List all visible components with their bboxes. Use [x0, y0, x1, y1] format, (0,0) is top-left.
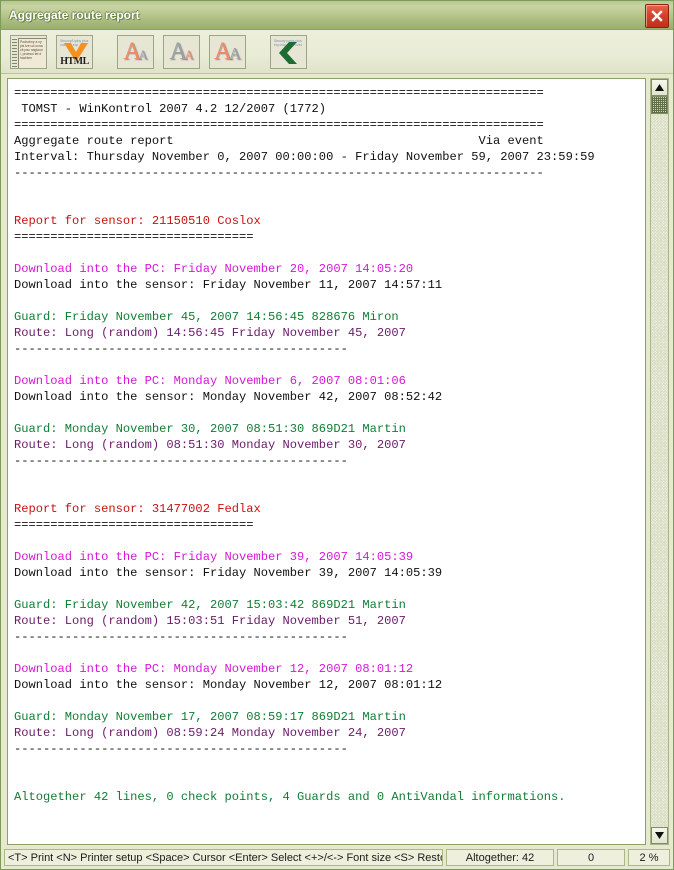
status-percent: 2 %: [628, 849, 670, 866]
report-line: =================================: [14, 518, 254, 532]
report-line: [14, 581, 641, 597]
toolbar: Podrobny a vypis lze ud ocnacit pac nagl…: [1, 30, 673, 74]
font-increase-small-a: A: [138, 47, 148, 62]
report-line: [14, 357, 641, 373]
report-line: Download into the PC: Monday November 12…: [14, 662, 414, 676]
report-line: [14, 645, 641, 661]
report-pane[interactable]: ================================= =======…: [7, 78, 646, 845]
report-line: Download into the PC: Friday November 20…: [14, 262, 414, 276]
report-line: ----------------------------------------…: [14, 742, 348, 756]
status-hints: <T> Print <N> Printer setup <Space> Curs…: [4, 849, 443, 866]
report-line: [14, 181, 641, 197]
status-total: Altogether: 42: [446, 849, 554, 866]
font-restore-small-a: A: [228, 44, 242, 63]
report-line: Guard: Monday November 30, 2007 08:51:30…: [14, 422, 406, 436]
vertical-scrollbar[interactable]: [650, 78, 669, 845]
report-line: Altogether 42 lines, 0 check points, 4 G…: [14, 790, 566, 804]
report-line: Guard: Friday November 45, 2007 14:56:45…: [14, 310, 399, 324]
chevron-up-icon: [655, 84, 664, 91]
report-line: [14, 757, 641, 773]
report-line: [14, 293, 641, 309]
perforation-icon: [12, 38, 17, 67]
document-icon: [18, 37, 46, 68]
report-line: [14, 245, 641, 261]
report-line: Route: Long (random) 15:03:51 Friday Nov…: [14, 614, 406, 628]
report-line: ----------------------------------------…: [14, 342, 348, 356]
report-line: [14, 773, 641, 789]
report-line: Download into the sensor: Friday Novembe…: [14, 566, 443, 580]
back-button[interactable]: Strucny popis plus exp bup proch izet: [270, 34, 307, 69]
scroll-up-button[interactable]: [651, 79, 668, 96]
report-line: Download into the sensor: Friday Novembe…: [14, 278, 443, 292]
html-label: HTML: [60, 55, 89, 67]
report-line: [14, 693, 641, 709]
report-line: ----------------------------------------…: [14, 630, 348, 644]
detailed-report-button[interactable]: Podrobny a vypis lze ud ocnacit pac nagl…: [10, 34, 47, 69]
report-line: [14, 485, 641, 501]
font-size-restore-button[interactable]: A A: [209, 34, 246, 69]
chevron-down-icon: [655, 832, 664, 839]
scroll-down-button[interactable]: [651, 827, 668, 844]
report-line: Aggregate route report Via event: [14, 134, 544, 148]
report-line: Download into the PC: Friday November 39…: [14, 550, 414, 564]
report-line: Report for sensor: 31477002 Fedlax: [14, 502, 261, 516]
report-line: Route: Long (random) 14:56:45 Friday Nov…: [14, 326, 406, 340]
status-count: 0: [557, 849, 625, 866]
back-arrow-icon: [279, 41, 297, 64]
report-line: Guard: Monday November 17, 2007 08:59:17…: [14, 710, 406, 724]
report-window: Aggregate route report Podrobny a vypis …: [0, 0, 674, 870]
window-title: Aggregate route report: [9, 8, 140, 22]
report-line: [14, 405, 641, 421]
scrollbar-thumb[interactable]: [651, 96, 668, 114]
report-line: [14, 533, 641, 549]
close-icon: [651, 10, 663, 22]
title-bar: Aggregate route report: [1, 1, 673, 30]
report-line: TOMST - WinKontrol 2007 4.2 12/2007 (177…: [14, 102, 327, 116]
font-size-increase-button[interactable]: A A: [117, 34, 154, 69]
status-bar: <T> Print <N> Printer setup <Space> Curs…: [1, 847, 673, 869]
export-html-button[interactable]: Strucny/Uplny plus zaznam exp HTML: [56, 34, 93, 69]
report-line: =================================: [14, 230, 254, 244]
font-decrease-label: A: [184, 47, 194, 62]
content-area: ================================= =======…: [1, 74, 673, 847]
report-line: ----------------------------------------…: [14, 166, 544, 180]
report-line: Guard: Friday November 42, 2007 15:03:42…: [14, 598, 406, 612]
report-line: ----------------------------------------…: [14, 454, 348, 468]
report-line: Route: Long (random) 08:59:24 Monday Nov…: [14, 726, 406, 740]
report-line: ========================================…: [14, 118, 544, 132]
report-line: Route: Long (random) 08:51:30 Monday Nov…: [14, 438, 406, 452]
report-line: Report for sensor: 21150510 Coslox: [14, 214, 261, 228]
scrollbar-track[interactable]: [651, 96, 668, 827]
report-line: Download into the PC: Monday November 6,…: [14, 374, 406, 388]
close-button[interactable]: [645, 4, 669, 28]
report-line: Download into the sensor: Monday Novembe…: [14, 390, 443, 404]
font-size-decrease-button[interactable]: A A: [163, 34, 200, 69]
report-line: Download into the sensor: Monday Novembe…: [14, 678, 443, 692]
report-line: [14, 197, 641, 213]
report-line: [14, 469, 641, 485]
report-line: Interval: Thursday November 0, 2007 00:0…: [14, 150, 595, 164]
report-line: ========================================…: [14, 86, 544, 100]
report-text: ================================= =======…: [14, 85, 641, 805]
